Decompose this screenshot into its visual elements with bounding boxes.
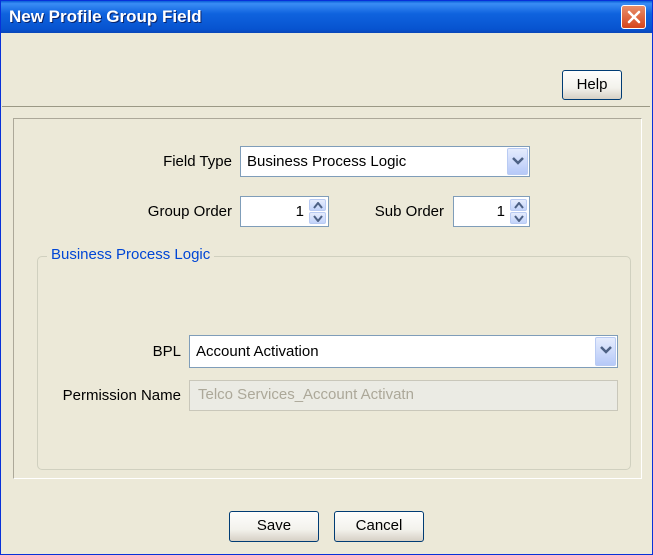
help-button-label: Help	[576, 76, 608, 93]
dropdown-arrow-icon	[600, 346, 612, 354]
sub-order-spinner[interactable]: 1	[453, 196, 530, 227]
bpl-dropdown[interactable]: Account Activation	[189, 335, 618, 368]
sub-order-increment[interactable]	[510, 199, 527, 211]
field-type-label: Field Type	[163, 153, 232, 170]
dialog-window: New Profile Group Field Help Field Type …	[0, 0, 653, 555]
help-button[interactable]: Help	[562, 70, 622, 100]
spin-down-icon	[313, 215, 323, 222]
permission-name-field: Telco Services_Account Activatn	[189, 380, 618, 411]
group-order-increment[interactable]	[309, 199, 326, 211]
bpl-dropdown-button[interactable]	[595, 337, 616, 366]
spin-up-icon	[514, 202, 524, 209]
field-type-dropdown-button[interactable]	[507, 148, 528, 175]
sub-order-spin-buttons	[510, 199, 527, 224]
cancel-button-label: Cancel	[355, 517, 403, 534]
toolbar: Help	[2, 60, 650, 107]
group-title: Business Process Logic	[47, 246, 215, 263]
save-button-label: Save	[256, 517, 292, 534]
permission-name-label: Permission Name	[62, 387, 181, 404]
group-order-spin-buttons	[309, 199, 326, 224]
sub-order-value: 1	[496, 203, 505, 220]
title-bar[interactable]: New Profile Group Field	[1, 1, 652, 33]
group-order-value: 1	[295, 203, 304, 220]
permission-name-value: Telco Services_Account Activatn	[198, 386, 414, 403]
spin-down-icon	[514, 215, 524, 222]
group-order-spinner[interactable]: 1	[240, 196, 329, 227]
bpl-label: BPL	[152, 343, 181, 360]
group-order-decrement[interactable]	[309, 212, 326, 224]
field-type-value: Business Process Logic	[247, 153, 407, 170]
close-icon	[627, 10, 641, 24]
save-button[interactable]: Save	[229, 511, 319, 542]
field-type-dropdown[interactable]: Business Process Logic	[240, 146, 530, 177]
sub-order-decrement[interactable]	[510, 212, 527, 224]
bpl-value: Account Activation	[196, 343, 319, 360]
sub-order-label: Sub Order	[374, 203, 444, 220]
cancel-button[interactable]: Cancel	[334, 511, 424, 542]
window-title: New Profile Group Field	[9, 7, 202, 26]
close-button[interactable]	[621, 5, 646, 29]
dropdown-arrow-icon	[512, 157, 524, 165]
group-order-label: Group Order	[147, 203, 232, 220]
spin-up-icon	[313, 202, 323, 209]
